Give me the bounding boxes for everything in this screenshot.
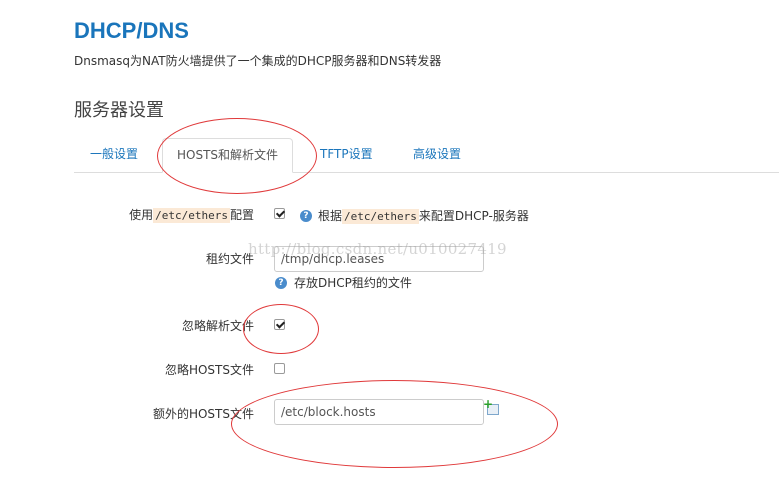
addnhosts-label: 额外的HOSTS文件 <box>152 407 254 421</box>
tab-general[interactable]: 一般设置 <box>90 138 138 171</box>
tab-tftp[interactable]: TFTP设置 <box>320 138 373 171</box>
noresolv-checkbox[interactable] <box>274 319 285 330</box>
nohosts-checkbox[interactable] <box>274 363 285 374</box>
addnhosts-input[interactable]: /etc/block.hosts <box>274 399 484 425</box>
watermark: http://blog.csdn.net/u010027419 <box>248 240 507 258</box>
page-description: Dnsmasq为NAT防火墙提供了一个集成的DHCP服务器和DNS转发器 <box>74 54 442 68</box>
section-title: 服务器设置 <box>74 100 164 121</box>
tab-bar: 一般设置 HOSTS和解析文件 TFTP设置 高级设置 <box>74 138 779 173</box>
noresolv-label: 忽略解析文件 <box>181 319 254 333</box>
page-title: DHCP/DNS <box>74 18 189 43</box>
tab-advanced[interactable]: 高级设置 <box>413 138 461 171</box>
ethers-help-code: /etc/ethers <box>342 209 419 224</box>
help-icon: ? <box>275 277 287 289</box>
help-icon: ? <box>300 210 312 222</box>
add-entry-icon[interactable] <box>483 397 499 415</box>
use-ethers-help: 根据/etc/ethers 来配置DHCP-服务器 <box>318 209 529 224</box>
leasefile-help: 存放DHCP租约的文件 <box>294 276 412 290</box>
ethers-path-code: /etc/ethers <box>153 208 230 223</box>
nohosts-label: 忽略HOSTS文件 <box>164 363 254 377</box>
use-ethers-label: 使用/etc/ethers 配置 <box>129 208 254 223</box>
leasefile-label: 租约文件 <box>205 252 254 266</box>
tab-hosts-resolv[interactable]: HOSTS和解析文件 <box>162 138 294 173</box>
use-ethers-checkbox[interactable] <box>274 208 285 219</box>
